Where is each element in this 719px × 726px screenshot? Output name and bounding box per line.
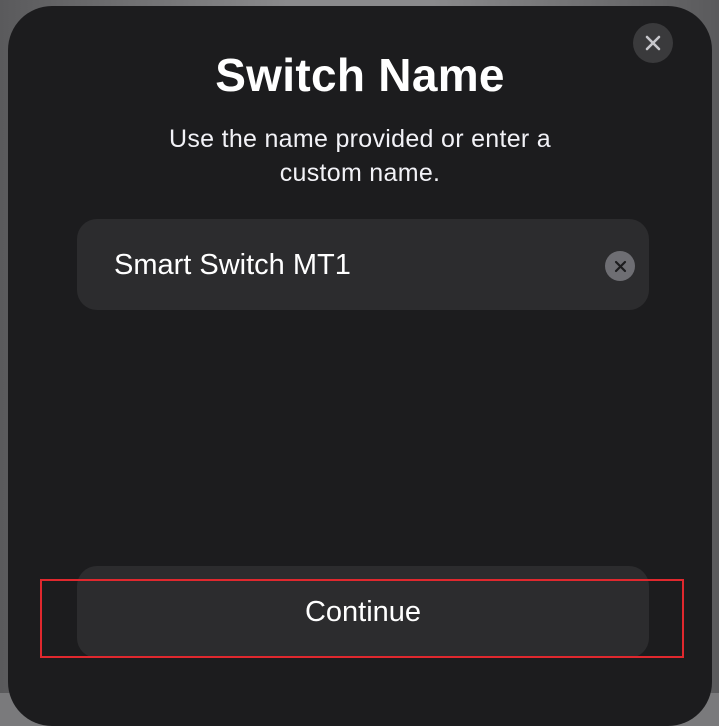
screen-frame: Switch Name Use the name provided or ent…	[0, 0, 719, 726]
dialog-subtitle: Use the name provided or enter a custom …	[168, 125, 552, 187]
continue-button[interactable]: Continue	[77, 566, 649, 658]
switch-name-dialog: Switch Name Use the name provided or ent…	[8, 6, 712, 726]
clear-text-button[interactable]	[605, 251, 635, 281]
clear-circle-icon	[614, 260, 626, 272]
name-field[interactable]	[77, 219, 649, 310]
dialog-title: Switch Name	[215, 49, 505, 101]
name-input[interactable]	[114, 245, 584, 285]
